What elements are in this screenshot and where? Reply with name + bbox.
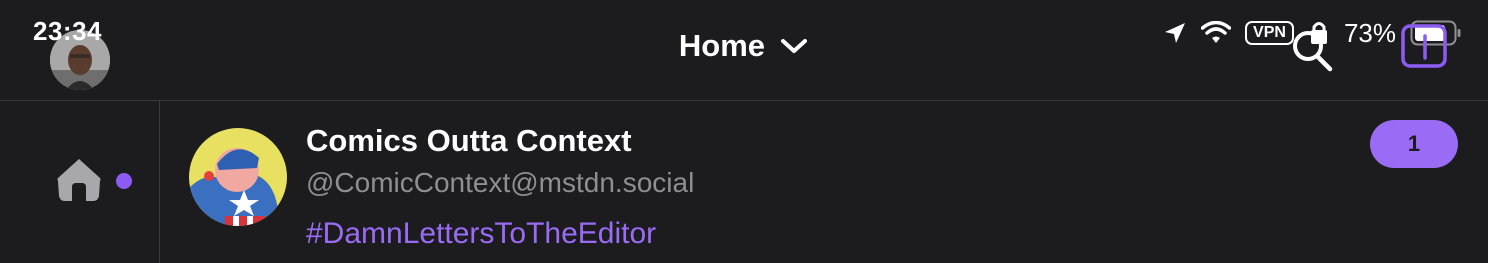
count-badge[interactable]: 1: [1370, 120, 1458, 168]
account-avatar[interactable]: [189, 128, 287, 226]
page-title: Home: [678, 28, 766, 63]
compose-icon[interactable]: [1400, 22, 1450, 70]
app-screen: 23:34 Home VPN 73% Comics Outta Context …: [0, 0, 1488, 263]
list-item[interactable]: Comics Outta Context @ComicContext@mstdn…: [160, 101, 1488, 263]
home-icon[interactable]: [55, 156, 103, 202]
sidebar: [0, 101, 160, 263]
nav-bar: 23:34 Home VPN 73%: [0, 0, 1488, 101]
chevron-down-icon: [781, 39, 808, 53]
account-display-name[interactable]: Comics Outta Context: [306, 123, 632, 159]
comic-avatar-image: [189, 128, 287, 226]
wifi-icon: [1201, 21, 1232, 43]
account-handle: @ComicContext@mstdn.social: [306, 167, 695, 198]
location-arrow-icon: [1165, 23, 1186, 43]
search-icon[interactable]: [1288, 26, 1336, 74]
unread-indicator-dot: [116, 173, 132, 189]
vpn-badge: VPN: [1245, 21, 1294, 45]
hashtag-link[interactable]: #DamnLettersToTheEditor: [306, 217, 656, 251]
battery-percent: 73%: [1343, 17, 1396, 48]
